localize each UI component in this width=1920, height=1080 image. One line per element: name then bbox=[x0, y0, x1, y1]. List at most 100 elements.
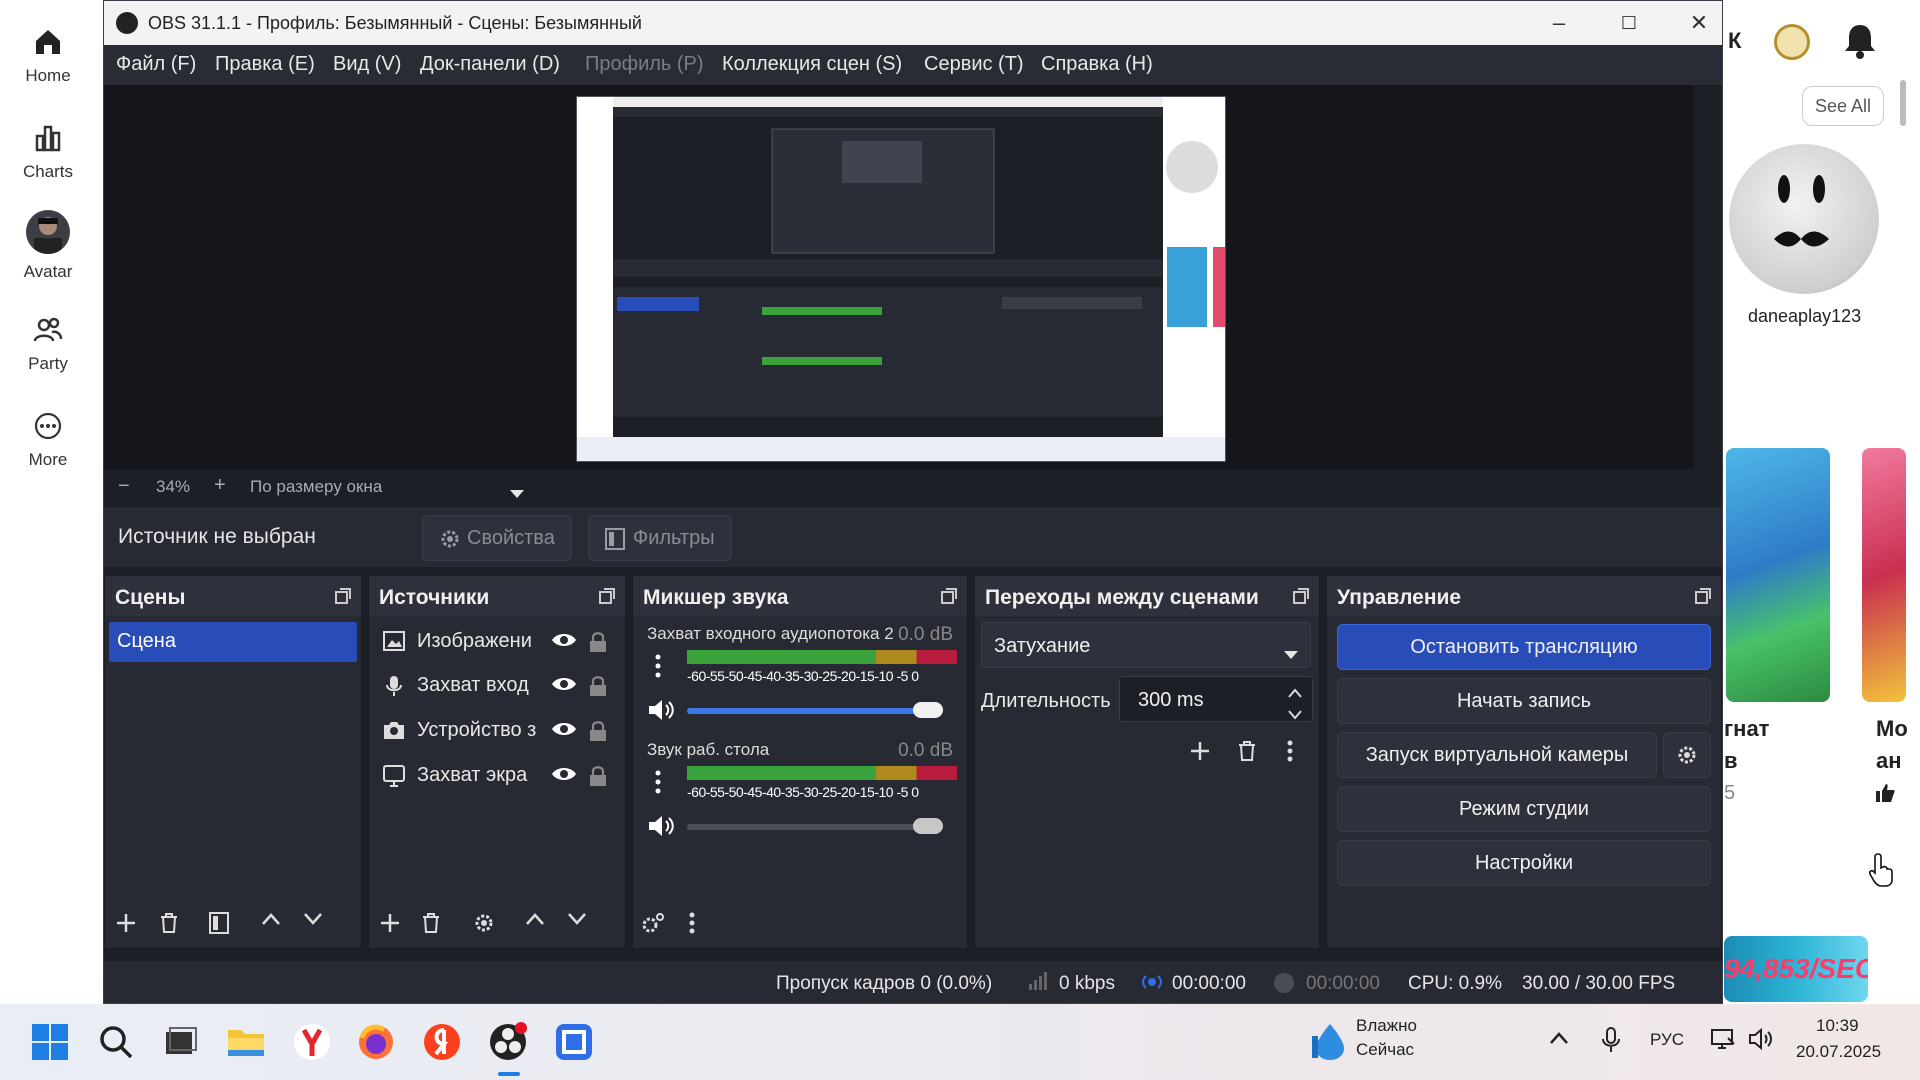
game-card-title[interactable]: гнат bbox=[1724, 716, 1769, 742]
title-bar[interactable]: OBS 31.1.1 - Профиль: Безымянный - Сцены… bbox=[104, 1, 1722, 45]
menu-tools[interactable]: Сервис (T) bbox=[924, 53, 1024, 76]
zoom-out-button[interactable]: − bbox=[118, 475, 130, 498]
clock-time[interactable]: 10:39 bbox=[1816, 1016, 1859, 1036]
menu-file[interactable]: Файл (F) bbox=[116, 53, 196, 76]
chevron-down-icon[interactable] bbox=[510, 483, 524, 503]
preview-area[interactable] bbox=[104, 85, 1694, 469]
file-explorer-icon[interactable] bbox=[224, 1020, 268, 1064]
eye-icon[interactable] bbox=[551, 720, 577, 738]
task-view-icon[interactable] bbox=[158, 1020, 202, 1064]
game-card-title[interactable]: Мо bbox=[1876, 716, 1908, 742]
firefox-icon[interactable] bbox=[354, 1020, 398, 1064]
scrollbar-thumb[interactable] bbox=[1900, 80, 1906, 126]
start-windows-icon[interactable] bbox=[28, 1020, 72, 1064]
kebab-menu-icon[interactable] bbox=[655, 654, 661, 683]
robux-icon[interactable] bbox=[1774, 24, 1810, 60]
start-recording-button[interactable]: Начать запись bbox=[1337, 678, 1711, 724]
eye-icon[interactable] bbox=[551, 675, 577, 693]
nav-party[interactable]: Party bbox=[0, 314, 96, 374]
chevron-down-icon[interactable] bbox=[567, 912, 587, 931]
kebab-menu-icon[interactable] bbox=[1287, 740, 1293, 767]
weather-icon[interactable] bbox=[1308, 1020, 1352, 1064]
menu-docks[interactable]: Док-панели (D) bbox=[420, 53, 560, 76]
transition-select[interactable]: Затухание bbox=[981, 622, 1311, 668]
volume-slider[interactable] bbox=[687, 702, 943, 718]
menu-view[interactable]: Вид (V) bbox=[333, 53, 401, 76]
nav-home[interactable]: Home bbox=[0, 26, 96, 86]
obs-studio-icon[interactable] bbox=[486, 1020, 530, 1064]
notification-bell-icon[interactable] bbox=[1842, 22, 1878, 65]
roblox-app-icon[interactable] bbox=[552, 1020, 596, 1064]
undock-icon[interactable] bbox=[1293, 588, 1309, 604]
eye-icon[interactable] bbox=[551, 765, 577, 783]
gear-icon[interactable] bbox=[473, 912, 495, 939]
undock-icon[interactable] bbox=[1695, 588, 1711, 604]
chevron-up-icon[interactable] bbox=[525, 912, 545, 931]
close-button[interactable]: ✕ bbox=[1684, 9, 1714, 37]
nav-more[interactable]: More bbox=[0, 410, 96, 470]
lock-icon[interactable] bbox=[589, 720, 607, 742]
ad-banner[interactable]: 94,853/SEC bbox=[1724, 936, 1868, 1002]
eye-icon[interactable] bbox=[551, 631, 577, 649]
stop-streaming-button[interactable]: Остановить трансляцию bbox=[1337, 624, 1711, 670]
undock-icon[interactable] bbox=[335, 588, 351, 604]
see-all-button[interactable]: See All bbox=[1802, 86, 1884, 126]
minimize-button[interactable]: – bbox=[1544, 9, 1574, 37]
lock-icon[interactable] bbox=[589, 675, 607, 697]
preview-canvas[interactable] bbox=[576, 96, 1226, 462]
menu-edit[interactable]: Правка (E) bbox=[215, 53, 315, 76]
source-item[interactable]: Изображени bbox=[379, 622, 619, 660]
chevron-up-icon[interactable] bbox=[261, 912, 281, 931]
friend-name[interactable]: daneaplay123 bbox=[1748, 306, 1861, 327]
spin-up-icon[interactable] bbox=[1288, 681, 1302, 704]
add-icon[interactable] bbox=[1189, 740, 1211, 767]
trash-icon[interactable] bbox=[421, 912, 441, 939]
yandex-browser-icon[interactable] bbox=[290, 1020, 334, 1064]
menu-help[interactable]: Справка (H) bbox=[1041, 53, 1153, 76]
maximize-button[interactable]: ☐ bbox=[1614, 9, 1644, 37]
add-icon[interactable] bbox=[115, 912, 137, 939]
source-item[interactable]: Устройство з bbox=[379, 711, 619, 749]
virtual-camera-settings-button[interactable] bbox=[1663, 732, 1711, 778]
lock-icon[interactable] bbox=[589, 631, 607, 653]
friend-avatar[interactable] bbox=[1729, 144, 1879, 294]
add-icon[interactable] bbox=[379, 912, 401, 939]
advanced-audio-gear-icon[interactable] bbox=[641, 912, 665, 939]
studio-mode-button[interactable]: Режим студии bbox=[1337, 786, 1711, 832]
yandex-icon[interactable] bbox=[420, 1020, 464, 1064]
spin-down-icon[interactable] bbox=[1288, 703, 1302, 726]
zoom-mode-select[interactable]: По размеру окна bbox=[250, 477, 382, 497]
nav-avatar[interactable]: Avatar bbox=[0, 210, 96, 282]
menu-scene-collection[interactable]: Коллекция сцен (S) bbox=[722, 53, 902, 76]
volume-icon[interactable] bbox=[1748, 1026, 1774, 1052]
lock-icon[interactable] bbox=[589, 765, 607, 787]
duration-input[interactable]: 300 ms bbox=[1119, 676, 1313, 722]
game-card-thumbnail[interactable] bbox=[1862, 448, 1906, 702]
filters-button[interactable]: Фильтры bbox=[588, 515, 732, 561]
menu-profile[interactable]: Профиль (P) bbox=[585, 53, 704, 76]
volume-slider-knob[interactable] bbox=[913, 818, 943, 834]
search-icon[interactable] bbox=[94, 1020, 138, 1064]
scene-item[interactable]: Сцена bbox=[109, 622, 357, 662]
chevron-up-icon[interactable] bbox=[1548, 1028, 1570, 1050]
undock-icon[interactable] bbox=[599, 588, 615, 604]
trash-icon[interactable] bbox=[1237, 740, 1257, 767]
start-virtual-camera-button[interactable]: Запуск виртуальной камеры bbox=[1337, 732, 1657, 778]
filter-icon[interactable] bbox=[209, 912, 229, 939]
microphone-icon[interactable] bbox=[1600, 1026, 1622, 1054]
kebab-menu-icon[interactable] bbox=[689, 912, 695, 939]
source-item[interactable]: Захват вход bbox=[379, 666, 619, 704]
input-language[interactable]: РУС bbox=[1650, 1030, 1684, 1050]
game-card-thumbnail[interactable] bbox=[1726, 448, 1830, 702]
network-icon[interactable] bbox=[1710, 1026, 1736, 1052]
trash-icon[interactable] bbox=[159, 912, 179, 939]
kebab-menu-icon[interactable] bbox=[655, 770, 661, 799]
chevron-down-icon[interactable] bbox=[303, 912, 323, 931]
nav-charts[interactable]: Charts bbox=[0, 122, 96, 182]
clock-date[interactable]: 20.07.2025 bbox=[1796, 1042, 1881, 1062]
source-item[interactable]: Захват экра bbox=[379, 756, 619, 794]
speaker-icon[interactable] bbox=[647, 698, 675, 727]
properties-button[interactable]: Свойства bbox=[422, 515, 572, 561]
speaker-icon[interactable] bbox=[647, 814, 675, 843]
volume-slider-knob[interactable] bbox=[913, 702, 943, 718]
